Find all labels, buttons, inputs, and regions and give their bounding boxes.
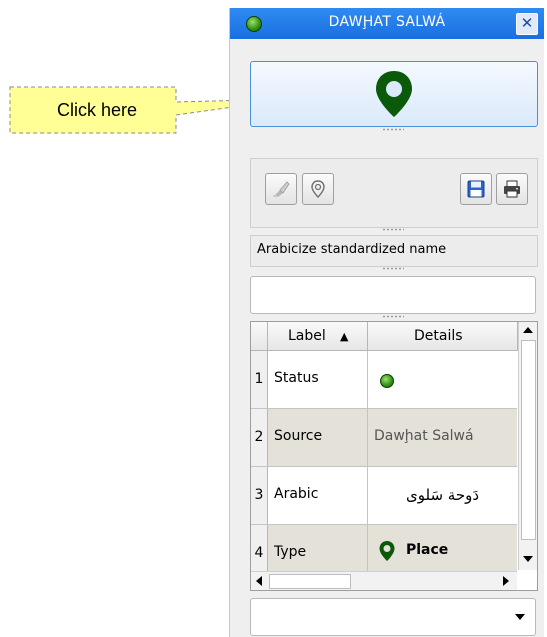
table-row[interactable]: 3 Arabic دَوحة سَلوى [251,467,517,525]
cell-detail: دَوحة سَلوى [368,467,517,524]
save-icon [467,180,485,198]
arabicize-label: Arabicize standardized name [257,242,447,257]
type-value: Place [378,540,448,566]
dropdown-select[interactable] [250,598,536,636]
status-dot-icon [246,16,262,32]
save-button[interactable] [460,173,492,205]
chevron-down-icon [515,614,525,620]
status-dot-icon [380,374,394,388]
vertical-scrollbar[interactable] [518,322,537,570]
map-pin-icon [376,71,412,117]
place-panel: DAWḨAT SALWÁ ✕ Arabicize standardized na… [229,8,544,637]
brush-button[interactable] [265,173,297,205]
row-number: 1 [251,351,268,408]
close-button[interactable]: ✕ [516,13,538,35]
print-icon [504,180,520,198]
arabic-value: دَوحة سَلوى [405,486,480,504]
corner-header [251,322,268,351]
column-header-label[interactable]: Label ▲ [268,322,368,351]
splitter-grip[interactable] [382,267,404,270]
source-value: Dawḩat Salwá [374,428,474,444]
table-row[interactable]: 2 Source Dawḩat Salwá [251,409,517,467]
print-button[interactable] [496,173,528,205]
name-input[interactable] [250,276,536,314]
pin-outline-button[interactable] [302,173,334,205]
splitter-grip[interactable] [382,128,404,131]
cell-label: Source [268,409,368,466]
scroll-thumb[interactable] [269,574,351,589]
row-number: 3 [251,467,268,524]
horizontal-scrollbar[interactable] [251,571,517,590]
pin-outline-icon [311,180,325,198]
title-bar: DAWḨAT SALWÁ ✕ [230,8,544,39]
cell-detail [368,351,517,408]
callout: Click here [8,85,291,135]
splitter-grip[interactable] [382,315,404,318]
cell-label: Arabic [268,467,368,524]
scroll-up-icon[interactable] [523,327,533,333]
details-table: Label ▲ Details 1 Status 2 Source Dawḩat… [250,321,538,591]
column-header-details[interactable]: Details [368,322,518,351]
window-title: DAWḨAT SALWÁ [328,14,446,30]
cell-detail: Dawḩat Salwá [368,409,517,466]
locate-pin-button[interactable] [250,61,538,127]
splitter-grip[interactable] [382,228,404,231]
cell-label: Status [268,351,368,408]
toolbar [250,158,538,228]
brush-icon [273,181,290,197]
arabicize-label-bar: Arabicize standardized name [250,235,538,267]
map-pin-icon [379,541,395,561]
callout-text: Click here [56,100,138,120]
scroll-down-icon[interactable] [523,556,533,562]
row-number: 2 [251,409,268,466]
scroll-right-icon[interactable] [503,576,509,586]
table-row[interactable]: 1 Status [251,351,517,409]
scroll-thumb[interactable] [521,340,536,540]
sort-ascending-icon: ▲ [340,330,349,343]
scroll-left-icon[interactable] [256,576,262,586]
